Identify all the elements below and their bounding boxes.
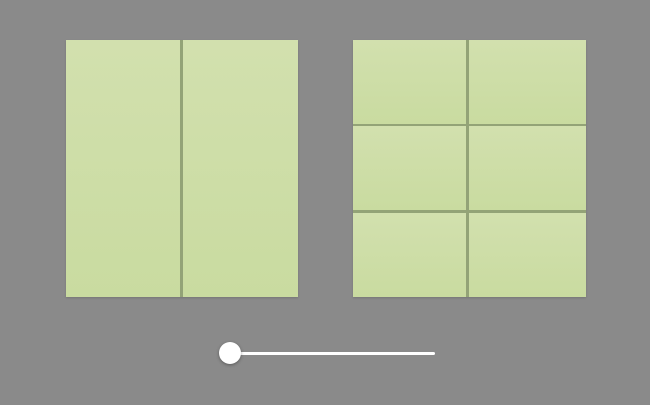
layout-slider[interactable] [219, 340, 438, 366]
layout-option-grid[interactable] [353, 40, 586, 297]
layout-tile [469, 40, 586, 124]
slider-thumb[interactable] [219, 342, 241, 364]
layout-tile [469, 126, 586, 210]
layout-tile [353, 213, 466, 297]
layout-tile [353, 40, 466, 124]
layout-tile [66, 40, 180, 297]
layout-tile [469, 213, 586, 297]
layout-option-two-column[interactable] [66, 40, 298, 297]
layout-screen: { "layouts": [ { "name": "two-column", "… [0, 0, 650, 405]
layout-tile [183, 40, 298, 297]
layout-tile [353, 126, 466, 210]
slider-track[interactable] [230, 352, 435, 355]
